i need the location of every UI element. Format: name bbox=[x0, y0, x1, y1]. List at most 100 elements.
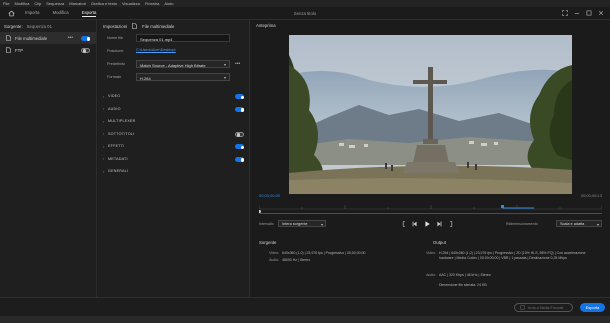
format-select[interactable]: H.264 bbox=[136, 73, 230, 81]
fullscreen-icon[interactable] bbox=[562, 10, 568, 16]
menu-item-file[interactable]: File bbox=[3, 1, 9, 6]
destination-ftp[interactable]: FTP bbox=[0, 44, 96, 56]
source-video-info: Video: 640x360 (1,0) | 23,976 fps | Prog… bbox=[259, 251, 419, 257]
file-name-label: Nome file bbox=[107, 36, 124, 40]
menu-item-graphics[interactable]: Grafica e testo bbox=[91, 1, 117, 6]
workspace-tabs: Importa Modifica Esporta bbox=[25, 10, 97, 17]
menu-item-markers[interactable]: Marcatori bbox=[69, 1, 86, 6]
section-audio[interactable]: › AUDIO bbox=[98, 103, 249, 116]
video-preview bbox=[289, 35, 572, 194]
export-footer: Invia a Media Encoder Esporta bbox=[0, 297, 610, 316]
location-row: Posizione C:\Users\Acer\Desktop\ bbox=[98, 45, 249, 58]
section-captions[interactable]: › SOTTOTITOLI bbox=[98, 128, 249, 141]
mark-in-button[interactable] bbox=[400, 220, 408, 228]
file-icon bbox=[132, 23, 137, 29]
minimize-icon[interactable] bbox=[574, 10, 580, 16]
section-metadata[interactable]: › METADATI bbox=[98, 153, 249, 166]
file-name-input[interactable]: Sequenza 01.mp4 bbox=[136, 34, 230, 42]
maximize-icon[interactable] bbox=[586, 10, 592, 16]
output-audio-value: AAC | 320 Kbps | 48 kHz | Stereo bbox=[439, 273, 491, 277]
source-audio-value: 48000 Hz | Stereo bbox=[282, 258, 311, 262]
settings-panel: Impostazioni File multimediale Nome file… bbox=[98, 20, 250, 297]
destination-media-file-toggle[interactable] bbox=[81, 35, 90, 41]
destinations-panel: Sorgente: Sequenza 01 File multimediale … bbox=[0, 20, 97, 297]
send-to-media-encoder-label: Invia a Media Encoder bbox=[528, 305, 564, 310]
step-forward-button[interactable] bbox=[435, 220, 443, 228]
location-label: Posizione bbox=[107, 49, 124, 53]
settings-header: Impostazioni File multimediale bbox=[98, 20, 249, 32]
section-audio-label: AUDIO bbox=[108, 106, 121, 111]
output-info-title: Output bbox=[433, 240, 446, 245]
section-effects[interactable]: › EFFETTI bbox=[98, 140, 249, 153]
settings-destination-name: File multimediale bbox=[142, 23, 175, 29]
menu-item-sequence[interactable]: Sequenza bbox=[46, 1, 64, 6]
status-bar bbox=[0, 316, 610, 323]
play-button[interactable] bbox=[423, 220, 431, 228]
preset-label: Predefinito bbox=[107, 62, 126, 66]
section-general[interactable]: › GENERALI bbox=[98, 165, 249, 178]
section-metadata-toggle[interactable] bbox=[235, 156, 244, 162]
step-back-button[interactable] bbox=[411, 220, 419, 228]
timeline-ruler[interactable] bbox=[259, 200, 602, 210]
destination-more-button[interactable]: ••• bbox=[68, 35, 73, 41]
export-range-bar[interactable] bbox=[259, 213, 602, 214]
tab-export[interactable]: Esporta bbox=[81, 10, 97, 17]
file-icon bbox=[6, 35, 11, 41]
timecode-duration: 00;00;05;13 bbox=[580, 193, 602, 198]
playhead[interactable] bbox=[259, 210, 602, 213]
destination-media-file[interactable]: File multimediale ••• bbox=[0, 32, 96, 44]
location-link[interactable]: C:\Users\Acer\Desktop\ bbox=[136, 48, 176, 52]
section-multiplexer[interactable]: › MULTIPLEXER bbox=[98, 115, 249, 128]
source-video-key: Video: bbox=[269, 251, 279, 255]
menu-item-help[interactable]: Aiuto bbox=[164, 1, 173, 6]
mark-out-button[interactable] bbox=[447, 220, 455, 228]
range-select[interactable]: Intera sorgente bbox=[278, 220, 326, 227]
settings-title: Impostazioni bbox=[103, 23, 128, 29]
scale-select[interactable]: Scala e adatta bbox=[556, 220, 602, 227]
preset-row: Predefinito Match Source - Adaptive High… bbox=[98, 58, 249, 71]
section-multiplexer-label: MULTIPLEXER bbox=[108, 119, 136, 124]
section-video-toggle[interactable] bbox=[235, 94, 244, 99]
menu-bar: File Modifica Clip Sequenza Marcatori Gr… bbox=[0, 0, 610, 7]
preset-select[interactable]: Match Source - Adaptive High Bitrate bbox=[136, 60, 230, 68]
section-video[interactable]: › VIDEO bbox=[98, 90, 249, 103]
section-video-label: VIDEO bbox=[108, 94, 121, 99]
range-label: Intervallo bbox=[259, 222, 274, 226]
menu-item-clip[interactable]: Clip bbox=[34, 1, 41, 6]
destination-ftp-toggle[interactable] bbox=[81, 47, 90, 53]
tab-edit[interactable]: Modifica bbox=[53, 10, 69, 17]
destination-media-file-label: File multimediale bbox=[15, 35, 48, 41]
tab-import[interactable]: Importa bbox=[25, 10, 40, 17]
step-forward-icon bbox=[437, 221, 442, 227]
section-captions-toggle[interactable] bbox=[235, 131, 244, 137]
output-audio-info: Audio: AAC | 320 Kbps | 48 kHz | Stereo bbox=[416, 273, 601, 279]
source-label: Sorgente: bbox=[4, 23, 23, 29]
play-icon bbox=[425, 221, 430, 227]
output-video-info: Video: H.264 | 640x360 (1,0) | 23,976 fp… bbox=[416, 251, 601, 273]
format-row: Formato H.264 bbox=[98, 71, 249, 84]
timecode-current[interactable]: 00;00;00;00 bbox=[259, 193, 280, 198]
source-sequence-dropdown[interactable]: Sequenza 01 bbox=[27, 24, 52, 29]
section-audio-toggle[interactable] bbox=[235, 106, 244, 112]
mark-out-icon bbox=[450, 221, 453, 227]
ftp-icon bbox=[6, 47, 11, 53]
preset-more-button[interactable]: ••• bbox=[235, 61, 240, 67]
send-to-media-encoder-button[interactable]: Invia a Media Encoder bbox=[514, 303, 573, 312]
media-encoder-icon bbox=[520, 305, 525, 310]
menu-item-window[interactable]: Finestra bbox=[145, 1, 159, 6]
section-metadata-label: METADATI bbox=[108, 156, 128, 161]
output-video-key: Video: bbox=[426, 251, 436, 255]
export-button[interactable]: Esporta bbox=[580, 303, 605, 312]
preview-panel: Anteprima 00;00;00;00 00;00;05;13 Interv… bbox=[251, 20, 610, 297]
menu-item-edit[interactable]: Modifica bbox=[14, 1, 29, 6]
transport-bar: Intervallo Intera sorgente Ridimensionam… bbox=[251, 219, 610, 229]
menu-item-view[interactable]: Visualizza bbox=[122, 1, 140, 6]
section-general-label: GENERALI bbox=[108, 169, 129, 174]
mark-in-icon bbox=[402, 221, 405, 227]
close-icon[interactable] bbox=[598, 10, 604, 16]
file-name-row: Nome file Sequenza 01.mp4 bbox=[98, 32, 249, 45]
section-effects-toggle[interactable] bbox=[235, 144, 244, 149]
home-icon[interactable] bbox=[8, 10, 15, 17]
section-effects-label: EFFETTI bbox=[108, 144, 125, 149]
source-header: Sorgente: Sequenza 01 bbox=[0, 20, 96, 32]
